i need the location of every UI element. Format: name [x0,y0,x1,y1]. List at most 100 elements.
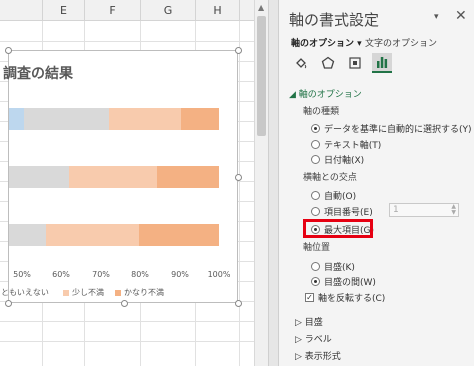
expand-arrow-icon: ▷ [295,318,302,328]
radio-indicator [311,140,320,149]
tick-label: 90% [171,270,189,279]
legend-item[interactable]: かなり不満 [115,287,164,298]
expand-arrow-icon: ▷ [295,352,302,362]
section-number-format[interactable]: ▷ 表示形式 [295,349,341,362]
legend-label: かなり不満 [124,288,164,297]
radio-indicator [311,155,320,164]
section-tick-marks[interactable]: ▷ 目盛 [295,315,323,328]
chart-area[interactable]: 調査の結果 50% 60% 70% 80% 90% 100% ともいえない 少し… [1,47,242,307]
radio-indicator [311,124,320,133]
spreadsheet-area: E F G H 調査の結果 50% 60% 70% 80% 90% 100% と… [0,0,268,366]
option-label: データを基準に自動的に選択する(Y) [324,125,472,135]
column-header-f[interactable]: F [84,0,140,21]
chevron-down-icon[interactable]: ▾ [434,12,439,22]
gridline [239,21,240,366]
section-label: 目盛 [304,318,323,328]
bar-segment[interactable] [46,224,139,246]
column-header-row: E F G H [0,0,268,21]
tick-label: 80% [131,270,149,279]
bar-segment[interactable] [9,108,24,130]
column-header-e[interactable]: E [42,0,84,21]
checkbox-label: 軸を反転する(C) [318,294,386,304]
option-label: テキスト軸(T) [324,141,382,151]
spin-arrows-icon[interactable]: ▲ ▼ [451,204,456,216]
resize-handle[interactable] [5,300,12,307]
option-label: 目盛(K) [324,263,355,273]
bar-segment[interactable] [139,224,219,246]
resize-handle[interactable] [5,47,12,54]
effects-pentagon-icon[interactable] [318,53,338,73]
column-header-d[interactable] [0,0,42,21]
pane-title: 軸の書式設定 [289,11,380,29]
expand-arrow-icon: ▷ [295,335,302,345]
crosses-label: 横軸との交点 [303,173,357,183]
option-label: 自動(O) [324,192,357,202]
resize-handle[interactable] [235,174,242,181]
highlight-box [303,219,373,238]
pane-splitter[interactable] [268,0,279,366]
section-labels[interactable]: ▷ ラベル [295,332,332,345]
radio-date-axis[interactable]: 日付軸(X) [311,153,364,166]
bar-segment[interactable] [157,166,219,188]
bar-segment[interactable] [24,108,109,130]
chart-title[interactable]: 調査の結果 [3,63,73,83]
legend-swatch [115,289,121,296]
radio-on-tick-marks[interactable]: 目盛(K) [311,260,355,273]
radio-indicator [311,277,320,286]
resize-handle[interactable] [121,300,128,307]
column-header-h[interactable]: H [195,0,239,21]
option-label: 日付軸(X) [324,156,365,166]
category-number-input[interactable]: 1 ▲ ▼ [389,203,459,217]
input-value: 1 [393,205,399,215]
axis-type-label: 軸の種類 [303,107,340,117]
reverse-order-checkbox[interactable]: ✓ 軸を反転する(C) [305,291,385,304]
radio-between-tick-marks[interactable]: 目盛の間(W) [311,275,376,288]
chevron-down-icon: ▾ [357,39,362,49]
bar-segment[interactable] [9,224,46,246]
legend-swatch [63,289,69,296]
tick-label: 60% [52,270,70,279]
close-icon[interactable]: ✕ [455,8,467,24]
scrollbar-thumb[interactable] [257,16,266,136]
gridline [0,41,268,42]
legend-item[interactable]: ともいえない [1,287,49,298]
size-properties-icon[interactable] [345,53,365,73]
legend-label: ともいえない [1,288,49,297]
legend-item[interactable]: 少し不満 [63,287,104,298]
radio-text-axis[interactable]: テキスト軸(T) [311,138,381,151]
bar-chart-icon[interactable] [372,53,392,73]
radio-crosses-category-number[interactable]: 項目番号(E) [311,205,373,218]
radio-crosses-auto[interactable]: 自動(O) [311,189,356,202]
option-label: 項目番号(E) [324,208,373,218]
radio-indicator [311,207,320,216]
gridline [0,321,268,322]
fill-line-icon[interactable] [291,53,311,73]
tick-label: 70% [92,270,110,279]
checkbox-indicator: ✓ [305,293,314,302]
bar-segment[interactable] [69,166,157,188]
bar-segment[interactable] [9,166,69,188]
tab-axis-options[interactable]: 軸のオプション ▾ [291,36,362,49]
section-label: 軸のオプション [298,90,362,100]
resize-handle[interactable] [235,47,242,54]
axis-position-label: 軸位置 [303,243,331,253]
format-axis-pane: 軸の書式設定 ▾ ✕ 軸のオプション ▾ 文字のオプション ◢ 軸のオプション … [279,0,474,366]
gridline [0,341,268,342]
tab-label: 軸のオプション [291,39,355,49]
tab-text-options[interactable]: 文字のオプション [365,36,437,49]
radio-auto-select[interactable]: データを基準に自動的に選択する(Y) [311,122,472,135]
radio-indicator [311,191,320,200]
collapse-arrow-icon: ◢ [289,90,296,100]
column-header-g[interactable]: G [140,0,195,21]
section-label: 表示形式 [304,352,341,362]
legend-label: 少し不満 [72,288,104,297]
section-label: ラベル [304,335,332,345]
bar-segment[interactable] [181,108,219,130]
vertical-scrollbar[interactable]: ▲ [254,0,268,366]
resize-handle[interactable] [235,300,242,307]
section-axis-options[interactable]: ◢ 軸のオプション [289,87,362,100]
option-label: 目盛の間(W) [324,278,376,288]
tick-label: 50% [13,270,31,279]
bar-segment[interactable] [109,108,181,130]
scroll-up-icon[interactable]: ▲ [258,3,264,12]
